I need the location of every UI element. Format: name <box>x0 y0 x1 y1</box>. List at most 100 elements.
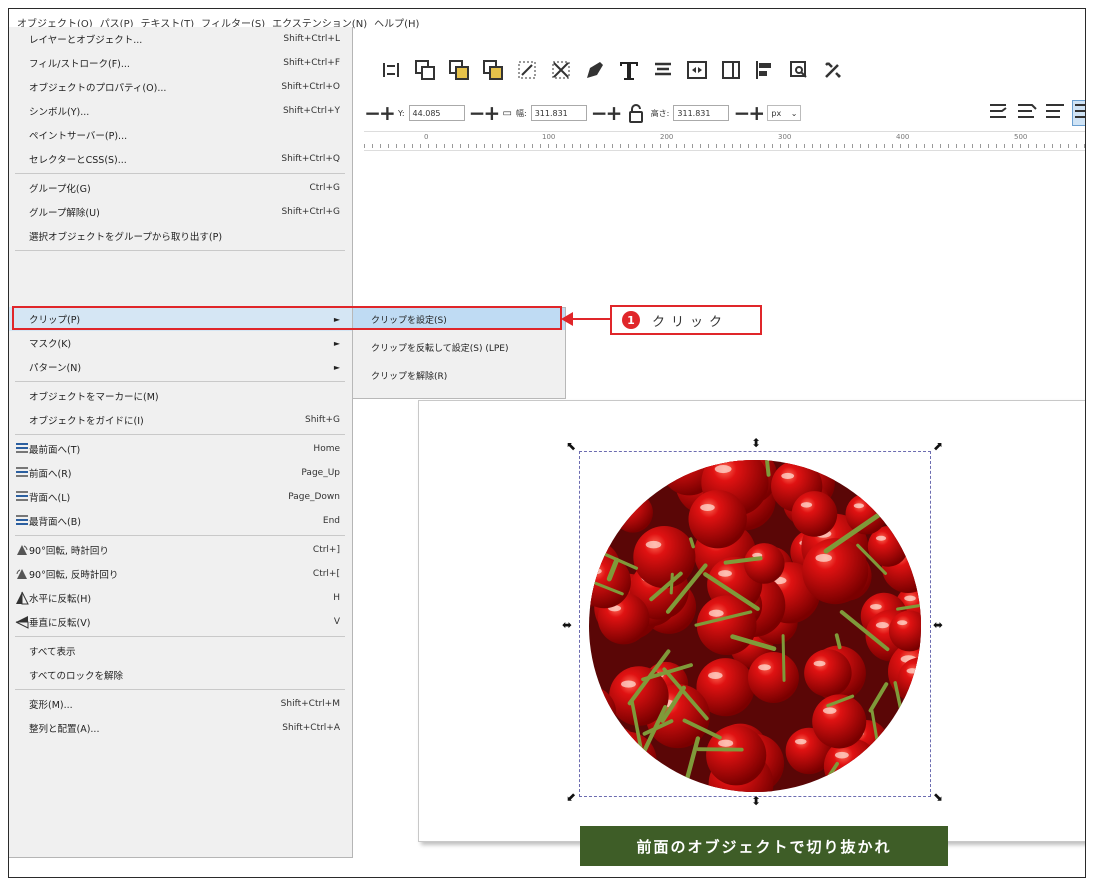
menu-separator <box>15 250 345 251</box>
menu-separator <box>15 381 345 382</box>
menu-item-shortcut: Ctrl+G <box>309 183 340 193</box>
align-distribute-icon[interactable] <box>753 58 777 82</box>
menu-item-pop-from-group[interactable]: 選択オブジェクトをグループから取り出す(P) <box>9 224 352 248</box>
raise-to-top-icon <box>14 442 30 456</box>
unit-select[interactable]: px ⌄ <box>767 105 802 121</box>
menu-item-pattern[interactable]: パターン(N) ► <box>9 355 352 379</box>
menu-item-label: グループ解除(U) <box>29 208 100 219</box>
menu-item-transform[interactable]: 変形(M)... Shift+Ctrl+M <box>9 692 352 716</box>
scale-handle-sw[interactable]: ⬋ <box>566 791 576 803</box>
menu-item-unhide-all[interactable]: すべて表示 <box>9 639 352 663</box>
group-icon[interactable] <box>515 58 539 82</box>
menu-item-group[interactable]: グループ化(G) Ctrl+G <box>9 176 352 200</box>
duplicate-icon[interactable] <box>413 58 437 82</box>
menu-item-label: ペイントサーバー(P)... <box>29 131 128 142</box>
menu-item-label: オブジェクトをマーカーに(M) <box>29 392 159 403</box>
object-menu: レイヤーとオブジェクト... Shift+Ctrl+L フィル/ストローク(F).… <box>9 27 353 858</box>
menu-item-mask[interactable]: マスク(K) ► <box>9 331 352 355</box>
transform-pattern-icon[interactable] <box>1072 100 1085 126</box>
menu-item-shortcut: Shift+Ctrl+Q <box>281 154 340 164</box>
document-icon[interactable] <box>719 58 743 82</box>
preferences-icon[interactable] <box>821 58 845 82</box>
menu-item-raise[interactable]: 前面へ(R) Page_Up <box>9 461 352 485</box>
highlight-box <box>12 306 562 330</box>
scale-handle-se[interactable]: ⬊ <box>933 791 943 803</box>
submenu-arrow-icon: ► <box>333 362 340 372</box>
menu-item-shortcut: Shift+Ctrl+O <box>281 82 340 92</box>
menu-item-shortcut: Page_Up <box>301 468 340 478</box>
submenu-item-release-clip[interactable]: クリップを解除(R) <box>353 364 565 386</box>
menu-item-flip-horizontal[interactable]: 水平に反転(H) H <box>9 586 352 610</box>
menu-item-shortcut: End <box>322 516 340 526</box>
menu-item-label: 変形(M)... <box>29 700 73 711</box>
menu-item-raise-to-top[interactable]: 最前面へ(T) Home <box>9 437 352 461</box>
width-input[interactable]: 311.831 <box>530 105 587 121</box>
commands-toolbar <box>379 53 845 87</box>
transform-stroke-icon[interactable] <box>988 101 1012 125</box>
menu-item-object-properties[interactable]: オブジェクトのプロパティ(O)... Shift+Ctrl+O <box>9 75 352 99</box>
y-stepper-icon[interactable]: −+ <box>469 103 501 123</box>
ruler-tick: 300 <box>778 133 792 141</box>
horizontal-ruler: 0 100 200 300 400 500 <box>364 131 1085 151</box>
lock-icon[interactable] <box>625 103 647 123</box>
scale-handle-s[interactable]: ⬍ <box>751 795 761 807</box>
width-stepper-icon[interactable]: −+ <box>591 103 623 123</box>
menu-item-label: 最背面へ(B) <box>29 517 81 528</box>
find-icon[interactable] <box>787 58 811 82</box>
ungroup-icon[interactable] <box>549 58 573 82</box>
menu-item-flip-vertical[interactable]: 垂直に反転(V) V <box>9 610 352 634</box>
menu-item-lower[interactable]: 背面へ(L) Page_Down <box>9 485 352 509</box>
menu-item-paint-servers[interactable]: ペイントサーバー(P)... <box>9 123 352 147</box>
fill-stroke-icon[interactable] <box>583 58 607 82</box>
height-label: 高さ: <box>650 108 670 118</box>
ruler-tick: 200 <box>660 133 674 141</box>
menu-item-ungroup[interactable]: グループ解除(U) Shift+Ctrl+G <box>9 200 352 224</box>
scale-handle-ne[interactable]: ⬈ <box>933 440 943 452</box>
submenu-item-set-inverse-clip[interactable]: クリップを反転して設定(S) (LPE) <box>353 336 565 358</box>
y-input[interactable]: 44.085 <box>408 105 465 121</box>
menu-item-shortcut: Ctrl+[ <box>312 569 340 579</box>
scale-handle-n[interactable]: ⬍ <box>751 437 761 449</box>
menu-item-shortcut: Home <box>313 444 340 454</box>
menu-item-selectors-css[interactable]: セレクターとCSS(S)... Shift+Ctrl+Q <box>9 147 352 171</box>
menu-item-symbols[interactable]: シンボル(Y)... Shift+Ctrl+Y <box>9 99 352 123</box>
menu-item-rotate-ccw[interactable]: 90°回転, 反時計回り Ctrl+[ <box>9 562 352 586</box>
menu-item-label: グループ化(G) <box>29 184 91 195</box>
menu-item-objects-to-guides[interactable]: オブジェクトをガイドに(I) Shift+G <box>9 408 352 432</box>
menu-item-label: すべてのロックを解除 <box>29 671 123 682</box>
xml-editor-icon[interactable] <box>685 58 709 82</box>
menu-item-shortcut: V <box>333 617 340 627</box>
menu-item-layers-objects[interactable]: レイヤーとオブジェクト... Shift+Ctrl+L <box>9 27 352 51</box>
menu-item-shortcut: Page_Down <box>288 492 340 502</box>
menu-item-label: レイヤーとオブジェクト... <box>29 35 143 46</box>
scale-handle-w[interactable]: ⬌ <box>562 619 572 631</box>
ruler-tick: 100 <box>542 133 556 141</box>
menu-item-lower-to-bottom[interactable]: 最背面へ(B) End <box>9 509 352 533</box>
transform-corners-icon[interactable] <box>1016 101 1040 125</box>
text-path-icon[interactable] <box>651 58 675 82</box>
height-input[interactable]: 311.831 <box>673 105 730 121</box>
height-stepper-icon[interactable]: −+ <box>733 103 766 123</box>
menubar-help[interactable]: ヘルプ(H) <box>374 15 419 30</box>
menu-item-align-distribute[interactable]: 整列と配置(A)... Shift+Ctrl+A <box>9 716 352 740</box>
menu-item-fill-stroke[interactable]: フィル/ストローク(F)... Shift+Ctrl+F <box>9 51 352 75</box>
raise-icon <box>14 466 30 480</box>
menu-item-objects-to-marker[interactable]: オブジェクトをマーカーに(M) <box>9 384 352 408</box>
unlink-clone-icon[interactable] <box>481 58 505 82</box>
clone-icon[interactable] <box>447 58 471 82</box>
step-number-badge: 1 <box>622 311 640 329</box>
decrement-increment-icon[interactable]: −+ <box>364 103 396 123</box>
menu-item-label: 最前面へ(T) <box>29 445 81 456</box>
menu-item-rotate-cw[interactable]: 90°回転, 時計回り Ctrl+] <box>9 538 352 562</box>
scale-handle-nw[interactable]: ⬉ <box>566 440 576 452</box>
align-icon[interactable] <box>379 58 403 82</box>
menu-item-label: 選択オブジェクトをグループから取り出す(P) <box>29 232 223 243</box>
y-label: Y: <box>398 108 405 118</box>
transform-gradient-icon[interactable] <box>1044 101 1068 125</box>
text-icon[interactable] <box>617 58 641 82</box>
scale-handle-e[interactable]: ⬌ <box>933 619 943 631</box>
menu-item-unlock-all[interactable]: すべてのロックを解除 <box>9 663 352 687</box>
menu-item-label: 背面へ(L) <box>29 493 71 504</box>
menu-item-label: すべて表示 <box>29 647 76 658</box>
callout-box: 1 クリック <box>610 305 762 335</box>
